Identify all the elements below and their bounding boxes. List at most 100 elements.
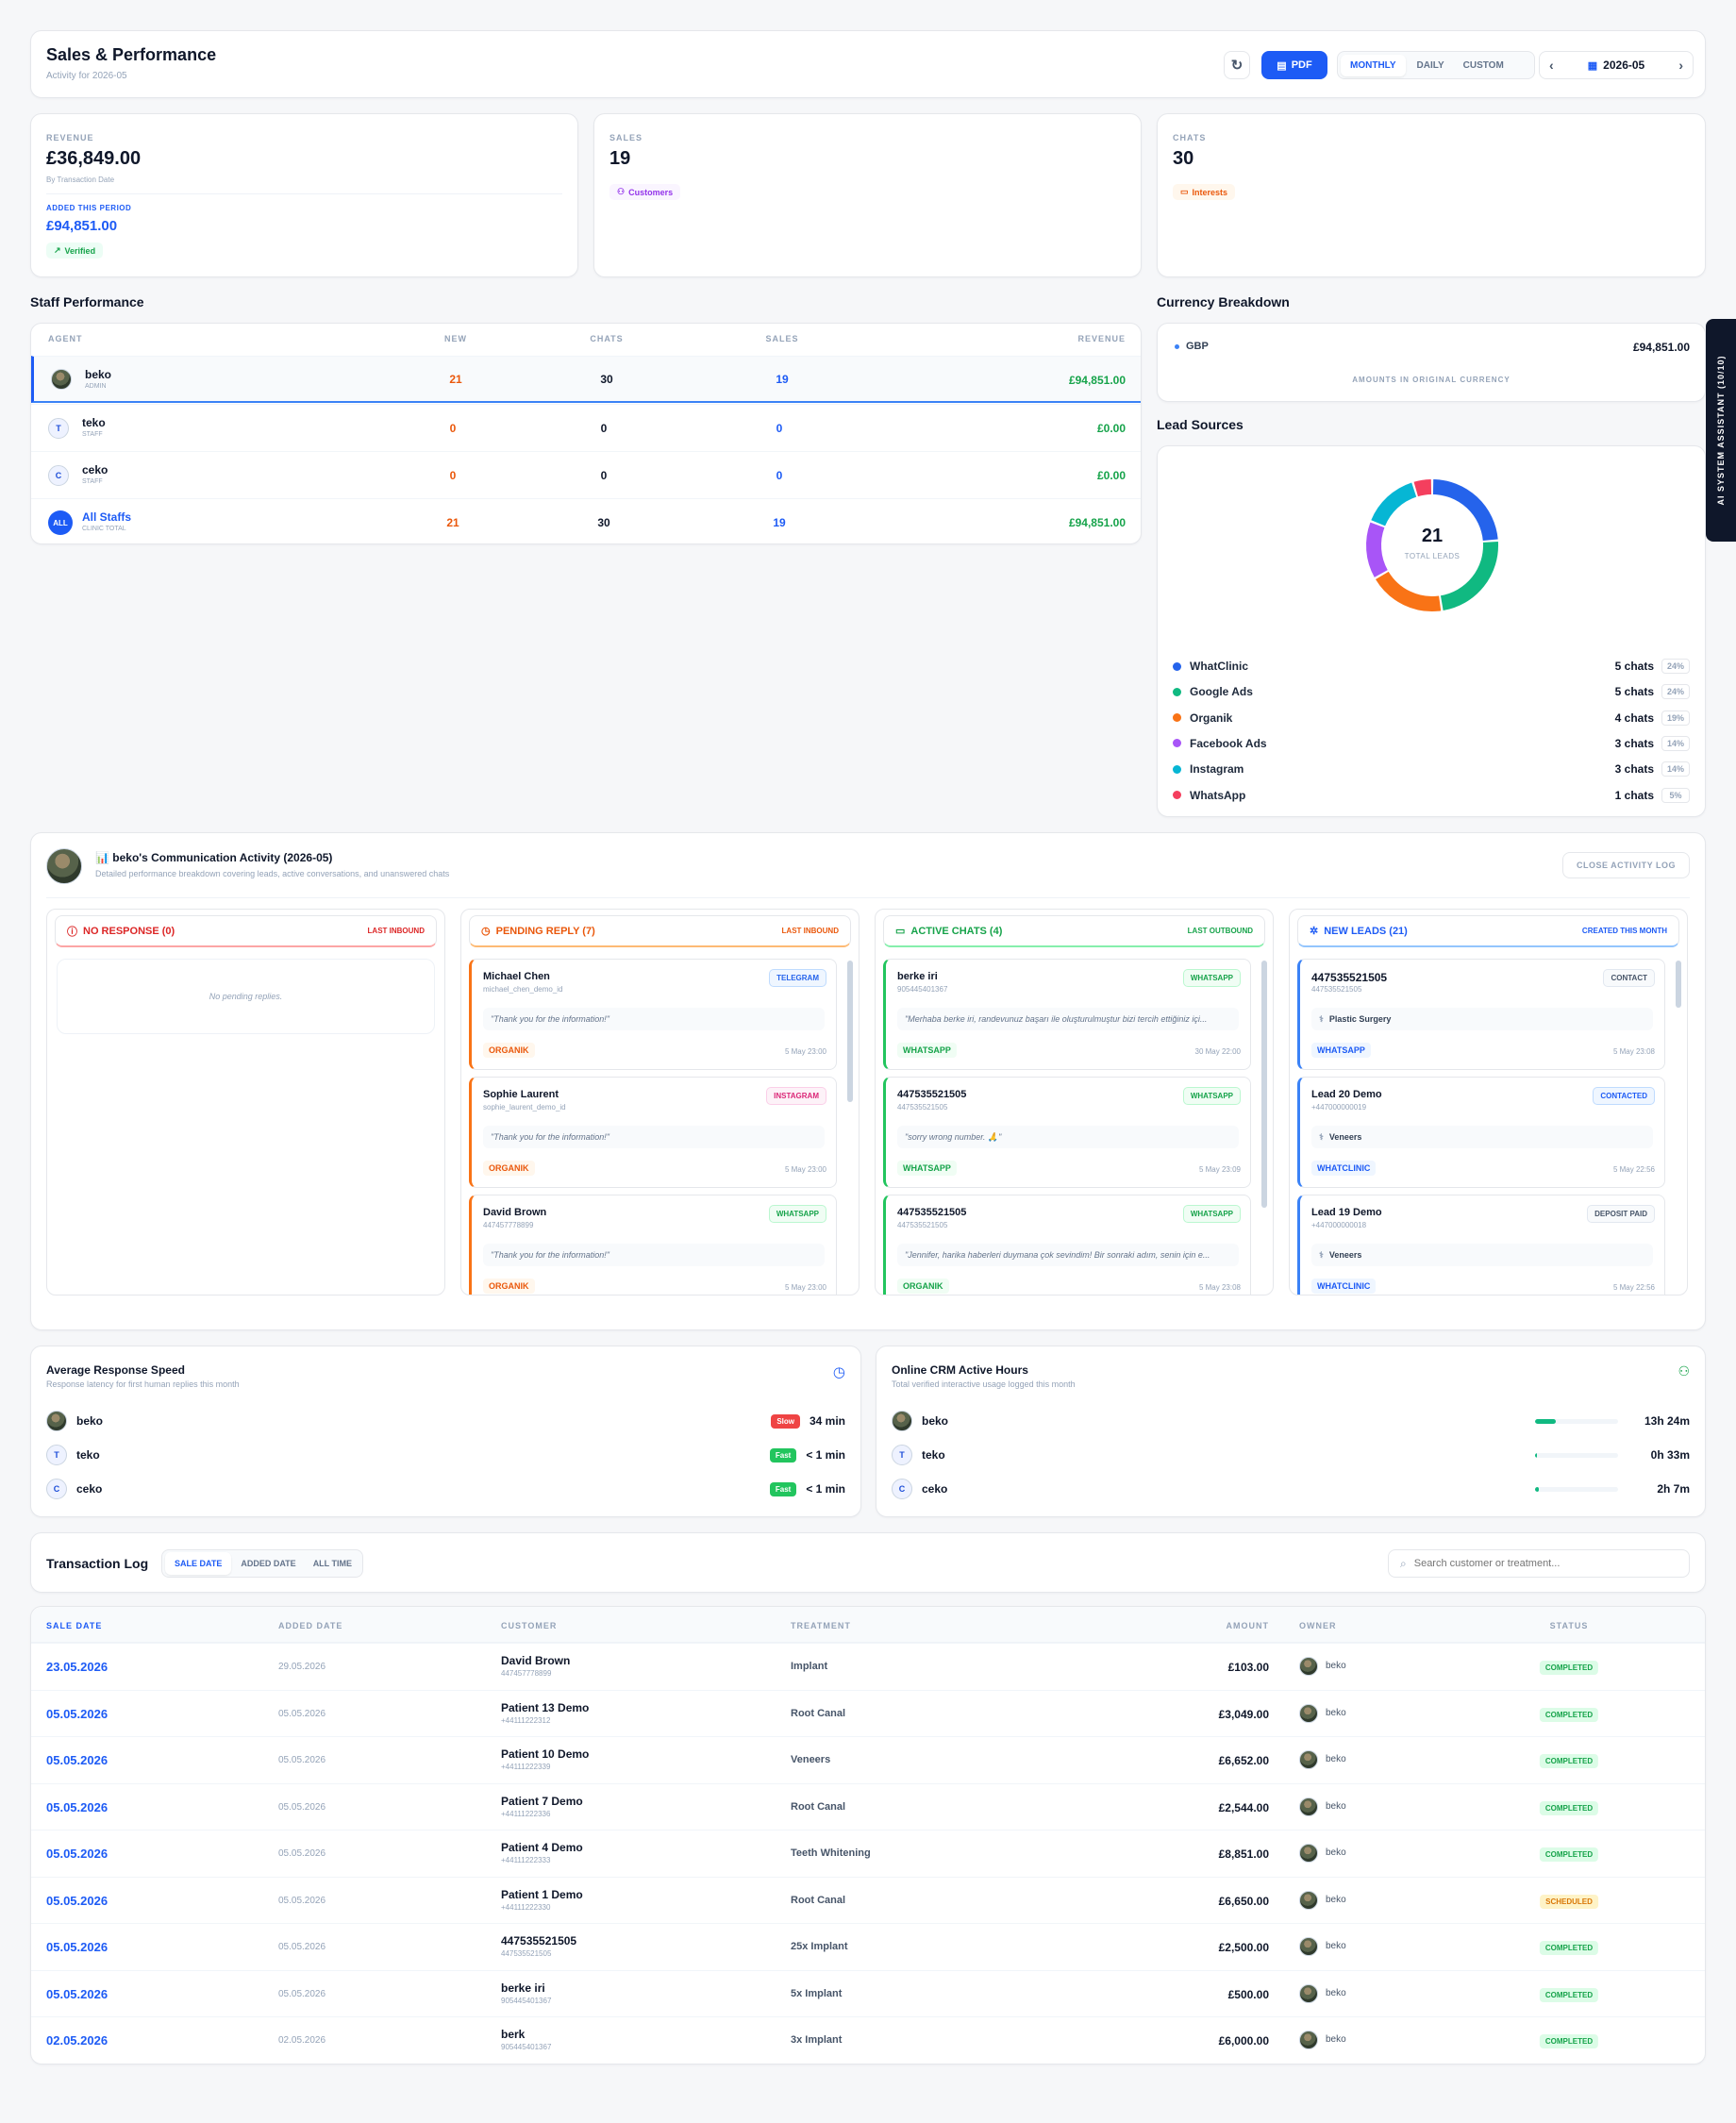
search-input[interactable] — [1413, 1558, 1678, 1569]
treatment: Implant — [791, 1661, 828, 1672]
table-row[interactable]: 05.05.2026 05.05.2026 447535521505 44753552… — [31, 1923, 1705, 1970]
agent-role: STAFF — [82, 478, 103, 485]
customer-phone: 447535521505 — [501, 1949, 552, 1958]
active-chats-column: ▭ ACTIVE CHATS (4) LAST OUTBOUND berke ir… — [875, 909, 1274, 1296]
staff-row-ceko[interactable]: C ceko STAFF 0 0 0 £0.00 — [31, 451, 1141, 498]
activity-item[interactable]: 447535521505 447535521505 WHATSAPP "Jenn… — [883, 1195, 1251, 1295]
period-label[interactable]: 2026-05 — [1603, 59, 1644, 72]
channel-badge: WHATSAPP — [768, 1205, 826, 1223]
chevron-left-icon[interactable]: ‹ — [1549, 58, 1554, 73]
th-sale-date[interactable]: SALE DATE — [46, 1621, 102, 1630]
response-row: C ceko Fast < 1 min — [46, 1477, 845, 1501]
verified-badge: ↗ Verified — [46, 242, 104, 259]
response-speed-card: Average Response Speed Response latency … — [30, 1346, 861, 1517]
lead-item[interactable]: Lead 19 Demo +447000000018 DEPOSIT PAID … — [1297, 1195, 1665, 1295]
owner-name: beko — [1326, 1987, 1346, 1998]
sale-date[interactable]: 05.05.2026 — [46, 1894, 108, 1908]
owner-avatar — [1299, 1657, 1318, 1676]
mode-daily[interactable]: DAILY — [1410, 55, 1452, 76]
response-subtitle: Response latency for first human replies… — [46, 1379, 240, 1389]
customer-name: Patient 10 Demo — [501, 1747, 590, 1761]
no-response-header: ⓘ NO RESPONSE (0) LAST INBOUND — [55, 915, 437, 947]
sale-date[interactable]: 05.05.2026 — [46, 1753, 108, 1767]
legend-item[interactable]: Organik 4 chats 19% — [1173, 709, 1690, 727]
scrollbar[interactable] — [1261, 961, 1267, 1208]
avatar — [51, 369, 72, 390]
stethoscope-icon: ⚕ — [1319, 1014, 1324, 1024]
timestamp: 5 May 23:00 — [784, 1165, 826, 1174]
sale-date[interactable]: 23.05.2026 — [46, 1660, 108, 1674]
activity-item[interactable]: Michael Chen michael_chen_demo_id TELEGR… — [469, 959, 837, 1070]
col-new: NEW — [444, 334, 467, 343]
customer-phone: 447457778899 — [501, 1669, 552, 1678]
lead-item[interactable]: Lead 20 Demo +447000000019 CONTACTED ⚕ Ve… — [1297, 1077, 1665, 1188]
donut-slice-whatsapp[interactable] — [1413, 479, 1432, 497]
ai-assistant-label: AI SYSTEM ASSISTANT (10/10) — [1716, 355, 1726, 506]
activity-item[interactable]: berke iri 905445401367 WHATSAPP "Merhaba… — [883, 959, 1251, 1070]
table-row[interactable]: 05.05.2026 05.05.2026 Patient 4 Demo +44111… — [31, 1830, 1705, 1877]
tab-sale-date[interactable]: SALE DATE — [165, 1552, 232, 1575]
sale-date[interactable]: 05.05.2026 — [46, 1940, 108, 1954]
mode-monthly[interactable]: MONTHLY — [1341, 54, 1406, 76]
lead-item[interactable]: 447535521505 447535521505 CONTACT ⚕ Plast… — [1297, 959, 1665, 1070]
legend-item[interactable]: WhatsApp 1 chats 5% — [1173, 786, 1690, 805]
table-row[interactable]: 05.05.2026 05.05.2026 Patient 1 Demo +44111… — [31, 1876, 1705, 1924]
legend-item[interactable]: Google Ads 5 chats 24% — [1173, 682, 1690, 701]
scrollbar[interactable] — [847, 961, 853, 1102]
refresh-icon: ↻ — [1230, 58, 1244, 74]
table-row[interactable]: 05.05.2026 05.05.2026 Patient 10 Demo +4411… — [31, 1736, 1705, 1783]
activity-item[interactable]: Sophie Laurent sophie_laurent_demo_id IN… — [469, 1077, 837, 1188]
staff-row-total[interactable]: ALL All Staffs CLINIC TOTAL 21 30 19 £94… — [31, 498, 1141, 543]
chats-count: 0 — [600, 421, 608, 435]
legend-item[interactable]: Instagram 3 chats 14% — [1173, 760, 1690, 778]
table-row[interactable]: 02.05.2026 02.05.2026 berk 905445401367 3x I… — [31, 2016, 1705, 2064]
donut-slice-instagram[interactable] — [1371, 482, 1417, 527]
legend-count: 5 chats — [1614, 685, 1654, 699]
chevron-right-icon[interactable]: › — [1678, 58, 1683, 73]
avatar — [46, 1411, 67, 1431]
th-owner: OWNER — [1299, 1621, 1337, 1630]
sale-date[interactable]: 05.05.2026 — [46, 1847, 108, 1861]
close-activity-button[interactable]: CLOSE ACTIVITY LOG — [1561, 852, 1690, 878]
amount: £2,500.00 — [1218, 1941, 1269, 1954]
mode-custom[interactable]: CUSTOM — [1456, 55, 1511, 76]
revenue-amount: £94,851.00 — [1068, 374, 1126, 387]
tab-all-time[interactable]: ALL TIME — [306, 1552, 359, 1575]
tab-added-date[interactable]: ADDED DATE — [233, 1552, 303, 1575]
legend-count: 1 chats — [1614, 788, 1654, 802]
response-time: < 1 min — [806, 1482, 845, 1496]
source-badge: ORGANIK — [483, 1043, 535, 1058]
currency-card: GBP £94,851.00 AMOUNTS IN ORIGINAL CURRE… — [1157, 323, 1706, 402]
stage-badge: DEPOSIT PAID — [1587, 1205, 1655, 1223]
treatment: Root Canal — [791, 1894, 846, 1906]
table-row[interactable]: 23.05.2026 29.05.2026 David Brown 447457778… — [31, 1643, 1705, 1690]
staff-row-beko[interactable]: beko ADMIN 21 30 19 £94,851.00 — [31, 356, 1141, 403]
staff-row-teko[interactable]: T teko STAFF 0 0 0 £0.00 — [31, 404, 1141, 451]
donut-total-label: TOTAL LEADS — [1404, 552, 1461, 560]
customer-name: Patient 4 Demo — [501, 1841, 583, 1854]
sale-date[interactable]: 05.05.2026 — [46, 1800, 108, 1814]
donut-slice-organik[interactable] — [1376, 571, 1442, 611]
legend-label: Facebook Ads — [1190, 736, 1267, 750]
scrollbar[interactable] — [1676, 961, 1681, 1008]
customer-name: berke iri — [501, 1981, 545, 1995]
legend-item[interactable]: WhatClinic 5 chats 24% — [1173, 657, 1690, 676]
customer-name: Patient 1 Demo — [501, 1887, 583, 1901]
treatment-interest: ⚕ Veneers — [1311, 1126, 1653, 1148]
table-row[interactable]: 05.05.2026 05.05.2026 berke iri 90544540136… — [31, 1969, 1705, 2017]
activity-item[interactable]: 447535521505 447535521505 WHATSAPP "sorr… — [883, 1077, 1251, 1188]
refresh-button[interactable]: ↻ — [1224, 51, 1250, 79]
agent-name: ceko — [922, 1482, 948, 1496]
pdf-button[interactable]: ▤ PDF — [1261, 51, 1327, 79]
active-chats-header: ▭ ACTIVE CHATS (4) LAST OUTBOUND — [883, 915, 1265, 947]
speed-badge: Fast — [769, 1481, 797, 1496]
sale-date[interactable]: 05.05.2026 — [46, 1707, 108, 1721]
legend-item[interactable]: Facebook Ads 3 chats 14% — [1173, 734, 1690, 753]
table-row[interactable]: 05.05.2026 05.05.2026 Patient 7 Demo +44111… — [31, 1782, 1705, 1830]
activity-item[interactable]: David Brown 447457778899 WHATSAPP "Thank… — [469, 1195, 837, 1295]
sale-date[interactable]: 02.05.2026 — [46, 2033, 108, 2048]
sale-date[interactable]: 05.05.2026 — [46, 1987, 108, 2001]
table-row[interactable]: 05.05.2026 05.05.2026 Patient 13 Demo +4411… — [31, 1689, 1705, 1737]
ai-assistant-tab[interactable]: AI SYSTEM ASSISTANT (10/10) — [1706, 319, 1736, 542]
amount: £6,000.00 — [1218, 2034, 1269, 2048]
